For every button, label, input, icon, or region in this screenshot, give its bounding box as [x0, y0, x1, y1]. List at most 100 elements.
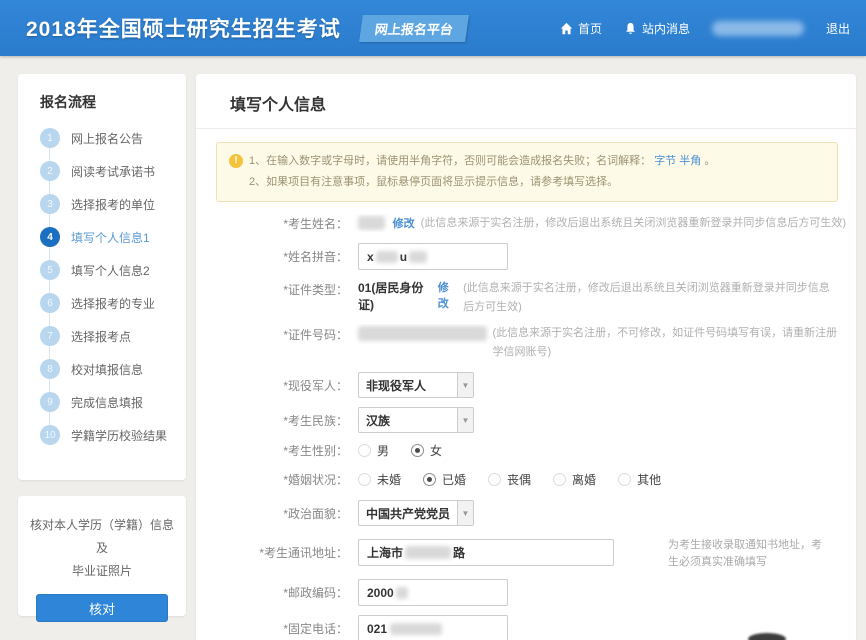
marital-status-label: *婚姻状况：	[196, 471, 358, 488]
address-prefix: 上海市	[367, 544, 403, 561]
radio-other[interactable]	[618, 473, 631, 486]
sidebar-step-announcement[interactable]: 网上报名公告	[71, 130, 143, 147]
row-name-pinyin: *姓名拼音： x u	[196, 243, 846, 270]
name-pinyin-input[interactable]: x u	[358, 243, 508, 270]
step-circle-8: 8	[40, 359, 60, 379]
row-ethnicity: *考生民族： 汉族 ▼	[196, 407, 846, 433]
landline-redacted	[390, 623, 442, 635]
step-item-4-active: 4 填写个人信息1	[40, 227, 186, 247]
notice-line1-body: 1、在输入数字或字母时，请使用半角字符，否则可能会造成报名失败；名词解释：	[249, 155, 651, 167]
landline-input[interactable]: 021	[358, 615, 508, 640]
nav-home[interactable]: 首页	[560, 20, 602, 37]
sidebar-step-verification-result[interactable]: 学籍学历校验结果	[71, 427, 167, 444]
pinyin-part1: x	[367, 250, 374, 264]
military-status-select[interactable]: 非现役军人 ▼	[358, 372, 474, 398]
step-item-9: 9 完成信息填报	[40, 392, 186, 412]
home-icon	[560, 22, 573, 35]
chevron-down-icon: ▼	[457, 373, 473, 397]
radio-divorced[interactable]	[553, 473, 566, 486]
steps-connector-line	[49, 138, 50, 427]
step-circle-9: 9	[40, 392, 60, 412]
mailing-address-label: *考生通讯地址：	[196, 544, 358, 561]
radio-single[interactable]	[358, 473, 371, 486]
step-item-8: 8 校对填报信息	[40, 359, 186, 379]
row-mailing-address: *考生通讯地址： 上海市 路 为考生接收录取通知书地址，考生必须真实准确填写	[196, 535, 846, 570]
sidebar-step-personal-info-1[interactable]: 填写个人信息1	[71, 229, 150, 246]
gender-label: *考生性别：	[196, 442, 358, 459]
address-suffix: 路	[453, 544, 465, 561]
logout-button[interactable]: 退出	[826, 20, 850, 37]
halfwidth-help-link[interactable]: 半角	[679, 155, 701, 167]
id-number-note: (此信息来源于实名注册，不可修改，如证件号码填写有误，请重新注册学信网账号)	[493, 324, 839, 361]
nav-messages[interactable]: 站内消息	[624, 20, 690, 37]
id-type-value: 01(居民身份证)	[358, 279, 430, 313]
sidebar-step-finish[interactable]: 完成信息填报	[71, 394, 143, 411]
radio-male[interactable]	[358, 444, 371, 457]
verify-text-line1: 核对本人学历（学籍）信息及	[30, 514, 174, 560]
landline-label: *固定电话：	[196, 620, 358, 637]
row-id-number: *证件号码： (此信息来源于实名注册，不可修改，如证件号码填写有误，请重新注册学…	[196, 324, 846, 361]
verify-button[interactable]: 核对	[36, 594, 168, 622]
mailing-address-input[interactable]: 上海市 路	[358, 539, 614, 566]
step-circle-4: 4	[40, 227, 60, 247]
marital-option-divorced: 离婚	[553, 471, 596, 488]
step-item-1: 1 网上报名公告	[40, 128, 186, 148]
row-zipcode: *邮政编码： 2000	[196, 579, 846, 606]
ethnicity-label: *考生民族：	[196, 412, 358, 429]
political-status-select[interactable]: 中国共产党党员 ▼	[358, 500, 474, 526]
mailing-address-hint: 为考生接收录取通知书地址，考生必须真实准确填写	[668, 535, 828, 570]
row-gender: *考生性别： 男 女	[196, 442, 846, 459]
radio-single-label: 未婚	[377, 471, 401, 488]
id-type-label: *证件类型：	[196, 279, 358, 298]
radio-widowed[interactable]	[488, 473, 501, 486]
personal-info-panel: 填写个人信息 ! 1、在输入数字或字母时，请使用半角字符，否则可能会造成报名失败…	[196, 74, 856, 640]
nav-home-label: 首页	[578, 20, 602, 37]
zipcode-input[interactable]: 2000	[358, 579, 508, 606]
marital-option-widowed: 丧偶	[488, 471, 531, 488]
political-status-value: 中国共产党党员	[359, 505, 457, 522]
candidate-name-note: (此信息来源于实名注册，修改后退出系统且关闭浏览器重新登录并同步信息后方可生效)	[421, 214, 846, 233]
sidebar-step-commitment[interactable]: 阅读考试承诺书	[71, 163, 155, 180]
row-political-status: *政治面貌： 中国共产党党员 ▼	[196, 500, 846, 526]
step-item-2: 2 阅读考试承诺书	[40, 161, 186, 181]
step-item-7: 7 选择报考点	[40, 326, 186, 346]
radio-divorced-label: 离婚	[572, 471, 596, 488]
radio-other-label: 其他	[637, 471, 661, 488]
modify-id-type-link[interactable]: 修改	[438, 279, 457, 311]
row-military-status: *现役军人： 非现役军人 ▼	[196, 372, 846, 398]
notice-line-2: 2、如果项目有注意事项，鼠标悬停页面将显示提示信息，请参考填写选择。	[229, 172, 827, 193]
row-marital-status: *婚姻状况： 未婚 已婚 丧偶 离婚 其他	[196, 471, 846, 488]
pinyin-part2: u	[400, 250, 407, 264]
political-status-label: *政治面貌：	[196, 505, 358, 522]
radio-married[interactable]	[423, 473, 436, 486]
header-nav: 首页 站内消息 退出	[560, 20, 850, 37]
sidebar-step-choose-exam-site[interactable]: 选择报考点	[71, 328, 131, 345]
step-circle-1: 1	[40, 128, 60, 148]
sidebar-step-choose-major[interactable]: 选择报考的专业	[71, 295, 155, 312]
main-header: 填写个人信息	[196, 74, 856, 129]
verify-text-line2: 毕业证照片	[30, 560, 174, 583]
sidebar-step-proofread[interactable]: 校对填报信息	[71, 361, 143, 378]
step-item-10: 10 学籍学历校验结果	[40, 425, 186, 445]
notice-box: ! 1、在输入数字或字母时，请使用半角字符，否则可能会造成报名失败；名词解释： …	[216, 142, 838, 202]
logout-label: 退出	[826, 20, 850, 37]
sidebar-step-choose-unit[interactable]: 选择报考的单位	[71, 196, 155, 213]
chevron-down-icon: ▼	[457, 408, 473, 432]
bell-icon	[624, 22, 637, 35]
verify-text: 核对本人学历（学籍）信息及 毕业证照片	[30, 514, 174, 582]
radio-female-label: 女	[430, 442, 442, 459]
sidebar-step-personal-info-2[interactable]: 填写个人信息2	[71, 262, 150, 279]
modify-name-link[interactable]: 修改	[393, 215, 415, 231]
steps-list: 1 网上报名公告 2 阅读考试承诺书 3 选择报考的单位 4 填写个人信息1 5…	[40, 128, 186, 445]
step-item-6: 6 选择报考的专业	[40, 293, 186, 313]
zipcode-label: *邮政编码：	[196, 584, 358, 601]
nav-messages-label: 站内消息	[642, 20, 690, 37]
landline-visible: 021	[367, 622, 387, 636]
radio-male-label: 男	[377, 442, 389, 459]
ethnicity-select[interactable]: 汉族 ▼	[358, 407, 474, 433]
radio-female[interactable]	[411, 444, 424, 457]
cutoff-artifact	[748, 633, 786, 640]
zipcode-visible: 2000	[367, 586, 394, 600]
radio-widowed-label: 丧偶	[507, 471, 531, 488]
byte-help-link[interactable]: 字节	[654, 155, 676, 167]
